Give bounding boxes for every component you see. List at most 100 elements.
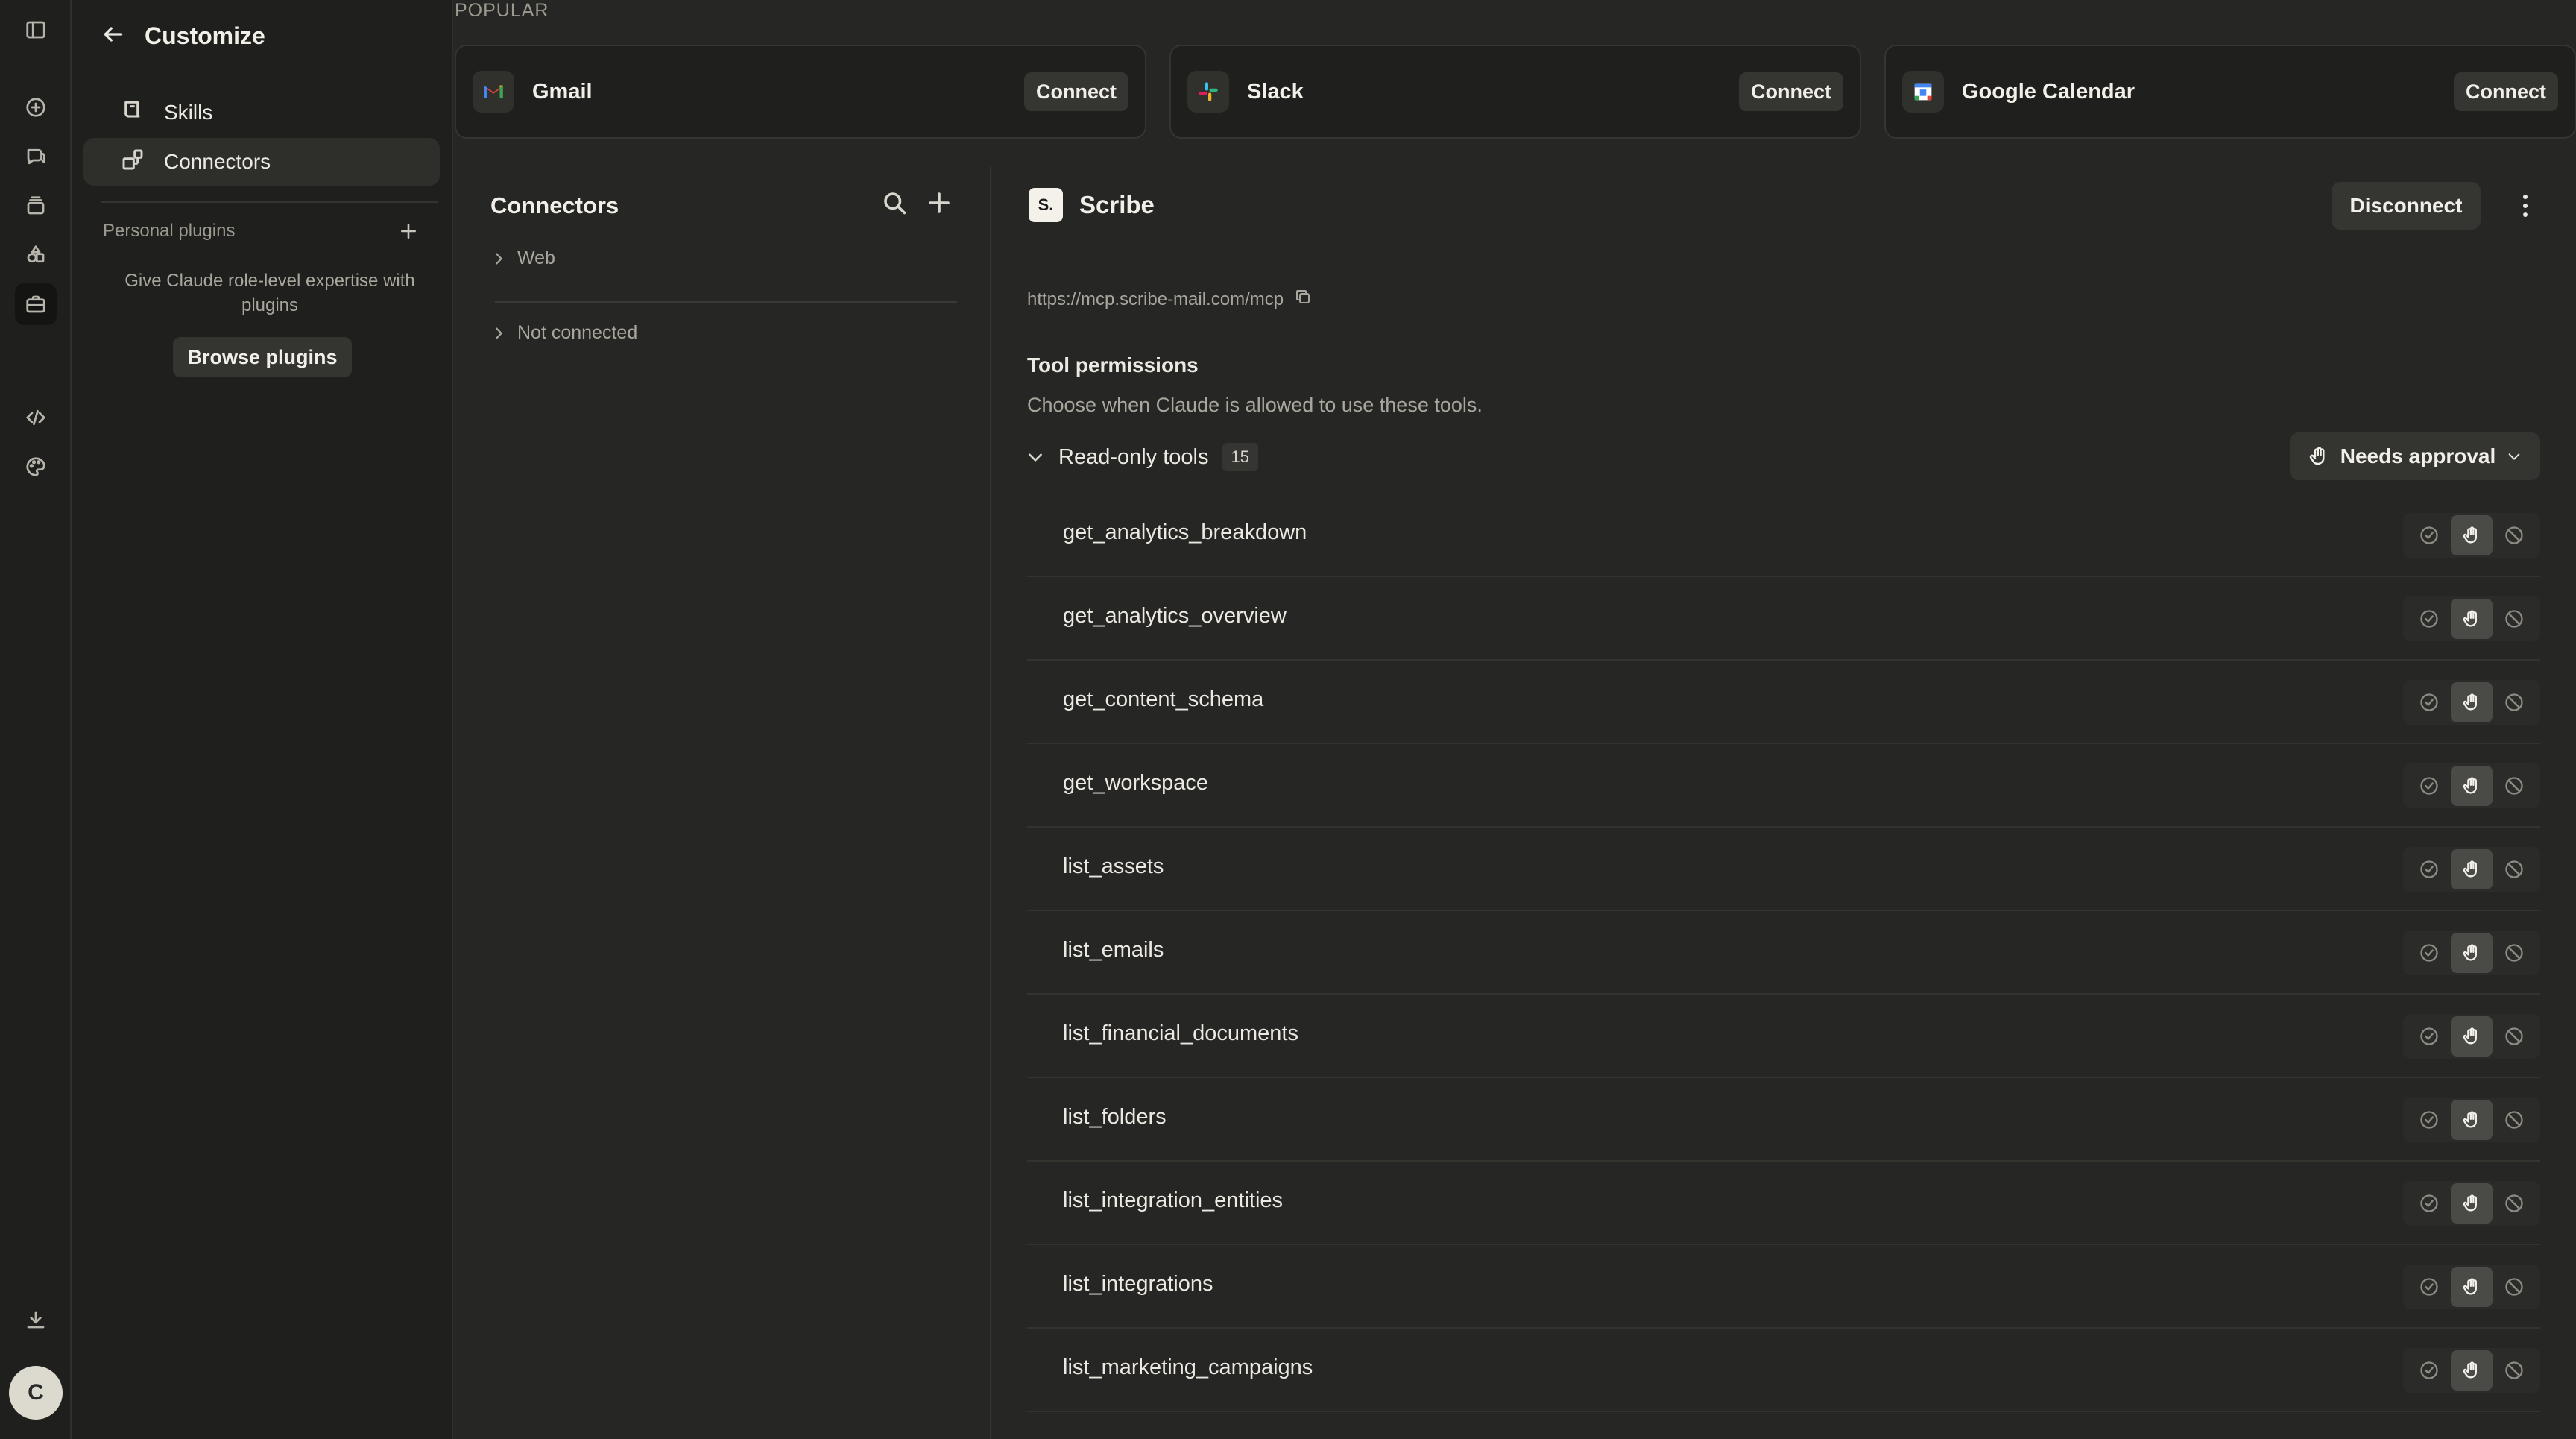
chats-icon[interactable] xyxy=(15,136,57,177)
download-icon[interactable] xyxy=(15,1299,57,1341)
needs-approval-icon[interactable] xyxy=(2450,1350,2493,1391)
chevron-right-icon xyxy=(496,252,502,265)
always-allow-icon[interactable] xyxy=(2408,515,2450,555)
connect-button[interactable]: Connect xyxy=(1024,72,1128,111)
block-icon[interactable] xyxy=(2493,1183,2535,1224)
scribe-logo-icon: S. xyxy=(1029,188,1063,222)
always-allow-icon[interactable] xyxy=(2408,1267,2450,1307)
connector-name: Slack xyxy=(1247,79,1304,104)
always-allow-icon[interactable] xyxy=(2408,849,2450,889)
always-allow-icon[interactable] xyxy=(2408,766,2450,806)
connect-button[interactable]: Connect xyxy=(1739,72,1843,111)
hand-icon xyxy=(2309,447,2325,465)
browse-plugins-button[interactable]: Browse plugins xyxy=(173,337,352,377)
server-url: https://mcp.scribe-mail.com/mcp xyxy=(1027,288,1312,311)
chevron-right-icon xyxy=(496,327,502,339)
always-allow-icon[interactable] xyxy=(2408,1100,2450,1140)
always-allow-icon[interactable] xyxy=(2408,682,2450,722)
needs-approval-icon[interactable] xyxy=(2450,1016,2493,1057)
group-not-connected[interactable]: Not connected xyxy=(490,322,637,344)
block-icon[interactable] xyxy=(2493,933,2535,973)
tool-permission-selector xyxy=(2403,1265,2540,1309)
needs-approval-icon[interactable] xyxy=(2450,682,2493,722)
group-permission-label: Needs approval xyxy=(2340,444,2496,467)
artifacts-icon[interactable] xyxy=(15,234,57,276)
needs-approval-icon[interactable] xyxy=(2450,515,2493,555)
always-allow-icon[interactable] xyxy=(2408,1183,2450,1224)
tool-row: list_marketing_campaigns xyxy=(1027,1329,2540,1412)
connect-button[interactable]: Connect xyxy=(2454,72,2558,111)
tool-row: get_analytics_overview xyxy=(1027,577,2540,661)
back-arrow-icon[interactable] xyxy=(101,22,125,50)
tool-permission-selector xyxy=(2403,680,2540,725)
group-web[interactable]: Web xyxy=(490,248,555,269)
add-connector-icon[interactable] xyxy=(926,189,953,220)
add-plugin-button[interactable] xyxy=(394,216,423,246)
tool-count-badge: 15 xyxy=(1222,443,1258,471)
palette-icon[interactable] xyxy=(15,446,57,488)
always-allow-icon[interactable] xyxy=(2408,1016,2450,1057)
search-icon[interactable] xyxy=(881,189,908,220)
always-allow-icon[interactable] xyxy=(2408,933,2450,973)
block-icon[interactable] xyxy=(2493,515,2535,555)
block-icon[interactable] xyxy=(2493,682,2535,722)
tool-name: list_financial_documents xyxy=(1063,1021,1298,1045)
tool-name: get_analytics_overview xyxy=(1063,604,1287,628)
copy-icon[interactable] xyxy=(1294,288,1312,311)
sidebar-toggle-icon[interactable] xyxy=(15,9,57,51)
needs-approval-icon[interactable] xyxy=(2450,599,2493,639)
block-icon[interactable] xyxy=(2493,1016,2535,1057)
tool-permission-selector xyxy=(2403,763,2540,808)
needs-approval-icon[interactable] xyxy=(2450,1100,2493,1140)
group-permission-dropdown[interactable]: Needs approval xyxy=(2290,432,2540,480)
tool-row: list_emails xyxy=(1027,911,2540,995)
tool-permission-selector xyxy=(2403,1348,2540,1393)
read-only-tools-toggle[interactable]: Read-only tools 15 xyxy=(1026,443,1258,471)
more-options-icon[interactable] xyxy=(2510,188,2540,224)
avatar[interactable]: C xyxy=(9,1366,63,1420)
needs-approval-icon[interactable] xyxy=(2450,766,2493,806)
popular-card-google-calendar[interactable]: Google Calendar Connect xyxy=(1884,45,2576,139)
new-chat-icon[interactable] xyxy=(15,86,57,128)
block-icon[interactable] xyxy=(2493,766,2535,806)
connector-name: Gmail xyxy=(532,79,593,104)
tool-row: list_integration_entities xyxy=(1027,1162,2540,1245)
needs-approval-icon[interactable] xyxy=(2450,1267,2493,1307)
needs-approval-icon[interactable] xyxy=(2450,849,2493,889)
popular-card-slack[interactable]: Slack Connect xyxy=(1169,45,1861,139)
needs-approval-icon[interactable] xyxy=(2450,1183,2493,1224)
block-icon[interactable] xyxy=(2493,1350,2535,1391)
block-icon[interactable] xyxy=(2493,849,2535,889)
popular-card-gmail[interactable]: Gmail Connect xyxy=(455,45,1146,139)
plugins-description: Give Claude role-level expertise with pl… xyxy=(124,271,415,315)
always-allow-icon[interactable] xyxy=(2408,1350,2450,1391)
logo-text: S. xyxy=(1038,195,1054,214)
block-icon[interactable] xyxy=(2493,1100,2535,1140)
sidebar-item-label: Connectors xyxy=(164,150,271,173)
connector-title: Scribe xyxy=(1079,191,1155,218)
tool-name: get_workspace xyxy=(1063,771,1209,795)
disconnect-button[interactable]: Disconnect xyxy=(2332,182,2481,230)
sidebar-item-skills[interactable]: Skills xyxy=(83,89,440,136)
code-icon[interactable] xyxy=(15,397,57,438)
skills-icon xyxy=(121,98,145,127)
tool-row: list_assets xyxy=(1027,828,2540,911)
block-icon[interactable] xyxy=(2493,1267,2535,1307)
tool-name: list_emails xyxy=(1063,938,1164,962)
customize-icon[interactable] xyxy=(15,283,57,325)
sidebar-divider xyxy=(101,201,438,203)
customize-sidebar: Customize Skills Connectors Personal plu… xyxy=(72,0,453,1439)
list-divider xyxy=(495,301,957,303)
sidebar-item-connectors[interactable]: Connectors xyxy=(83,138,440,186)
app-rail: C xyxy=(0,0,72,1439)
tool-name: get_analytics_breakdown xyxy=(1063,520,1307,544)
plus-icon xyxy=(401,224,416,239)
sidebar-item-label: Skills xyxy=(164,101,213,124)
projects-icon[interactable] xyxy=(15,185,57,227)
tool-permission-selector xyxy=(2403,596,2540,641)
tool-name: list_integration_entities xyxy=(1063,1188,1284,1212)
block-icon[interactable] xyxy=(2493,599,2535,639)
always-allow-icon[interactable] xyxy=(2408,599,2450,639)
connectors-icon xyxy=(121,148,145,177)
needs-approval-icon[interactable] xyxy=(2450,933,2493,973)
